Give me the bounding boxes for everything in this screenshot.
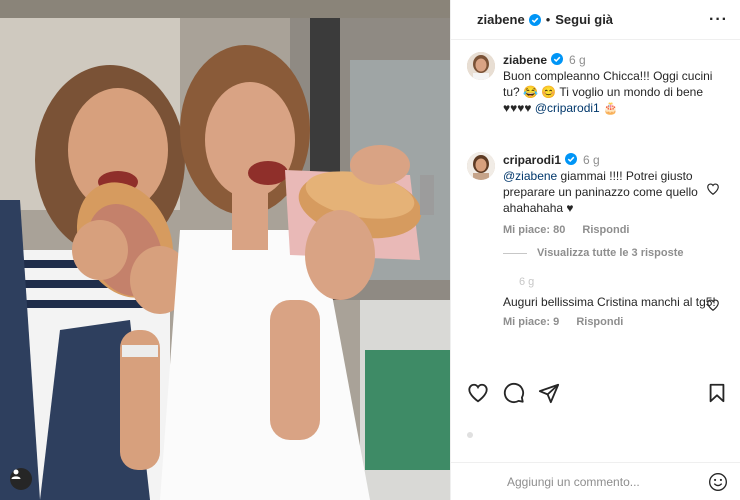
- avatar-image: [467, 152, 495, 180]
- like-comment-heart-icon[interactable]: [706, 182, 720, 196]
- comment-icon[interactable]: [503, 382, 525, 404]
- comment-time: 6 g: [583, 153, 600, 167]
- comment-meta: Mi piace: 80 Rispondi: [503, 224, 726, 236]
- comment-likes[interactable]: Mi piace: 9: [503, 316, 559, 328]
- bookmark-icon[interactable]: [706, 382, 728, 404]
- user-tag-icon[interactable]: [10, 468, 32, 490]
- comment-meta: Mi piace: 9 Rispondi: [503, 316, 726, 328]
- comment-time: 6 g: [519, 276, 535, 288]
- more-options-icon[interactable]: ···: [709, 11, 728, 29]
- add-comment-bar: [451, 462, 740, 500]
- comment: criparodi1 6 g @ziabene giammai !!!! Potr…: [467, 152, 726, 236]
- divider-dot: [467, 432, 473, 438]
- caption: ziabene 6 g Buon compleanno Chicca!!! Ogg…: [467, 52, 726, 116]
- view-replies-label: Visualizza tutte le 3 risposte: [537, 247, 684, 259]
- avatar[interactable]: [467, 152, 495, 180]
- post-actions: [465, 382, 728, 408]
- caption-username[interactable]: ziabene: [503, 53, 547, 67]
- verified-badge-icon: [565, 153, 578, 165]
- header-username[interactable]: ziabene: [477, 12, 525, 27]
- post-photo[interactable]: [0, 0, 450, 500]
- person-icon: [11, 469, 21, 479]
- avatar-image: [467, 52, 495, 80]
- divider: [503, 252, 527, 254]
- verified-badge-icon: [551, 53, 564, 65]
- view-replies-button[interactable]: Visualizza tutte le 3 risposte: [503, 247, 684, 259]
- header-separator: •: [545, 12, 551, 27]
- heart-icon[interactable]: [467, 382, 489, 404]
- reply-button[interactable]: Rispondi: [576, 316, 623, 328]
- like-comment-heart-icon[interactable]: [706, 298, 720, 312]
- share-icon[interactable]: [538, 382, 560, 404]
- caption-tail: 🎂: [599, 101, 618, 115]
- post-header: ziabene • Segui già ···: [451, 0, 740, 40]
- photo-illustration: [0, 0, 450, 500]
- comment-mention[interactable]: @ziabene: [503, 169, 557, 183]
- emoji-icon[interactable]: [708, 472, 728, 492]
- caption-time: 6 g: [569, 53, 586, 67]
- comment-username[interactable]: criparodi1: [503, 153, 561, 167]
- comment: 6 g Auguri bellissima Cristina manchi al…: [467, 274, 726, 328]
- caption-mention[interactable]: @criparodi1: [535, 101, 600, 115]
- reply-button[interactable]: Rispondi: [582, 224, 629, 236]
- comment-likes[interactable]: Mi piace: 80: [503, 224, 565, 236]
- comment-text: criparodi1 6 g @ziabene giammai !!!! Potr…: [503, 152, 726, 216]
- verified-badge-icon: [528, 13, 541, 26]
- avatar[interactable]: [467, 52, 495, 80]
- comment-body: Auguri bellissima Cristina manchi al tg5…: [503, 295, 716, 309]
- post-side-panel: ziabene • Segui già ··· ziabene 6 g Buon …: [450, 0, 740, 500]
- following-button[interactable]: Segui già: [555, 12, 613, 27]
- comment-input[interactable]: [507, 474, 708, 489]
- comments-list: ziabene 6 g Buon compleanno Chicca!!! Ogg…: [451, 40, 740, 370]
- caption-text: ziabene 6 g Buon compleanno Chicca!!! Ogg…: [503, 52, 726, 116]
